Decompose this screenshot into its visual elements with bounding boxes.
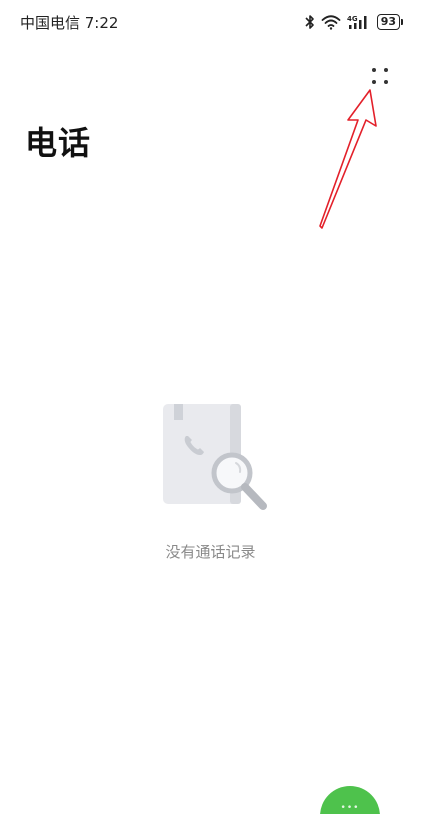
dialpad-icon: ••• xyxy=(340,803,360,813)
bluetooth-icon xyxy=(305,14,315,30)
cellular-signal-icon: 4G xyxy=(347,14,371,30)
more-options-button[interactable] xyxy=(362,62,398,92)
wifi-icon xyxy=(321,14,341,30)
battery-icon: 93 xyxy=(376,14,403,30)
carrier-time: 中国电信 7:22 xyxy=(20,14,119,32)
status-icons: 4G 93 xyxy=(305,12,403,32)
call-log-search-icon xyxy=(160,400,270,512)
page-title: 电话 xyxy=(25,124,92,162)
battery-level: 93 xyxy=(376,14,400,30)
battery-tip xyxy=(401,19,403,25)
annotation-arrow-icon xyxy=(319,89,377,229)
dialpad-button[interactable]: ••• xyxy=(320,786,380,814)
empty-state-message: 没有通话记录 xyxy=(165,543,256,561)
status-bar: 中国电信 7:22 4G 93 xyxy=(0,0,421,44)
network-type-label: 4G xyxy=(347,15,358,23)
phone-screen: 中国电信 7:22 4G 93 电话 没有通话记录 ••• xyxy=(0,0,421,814)
